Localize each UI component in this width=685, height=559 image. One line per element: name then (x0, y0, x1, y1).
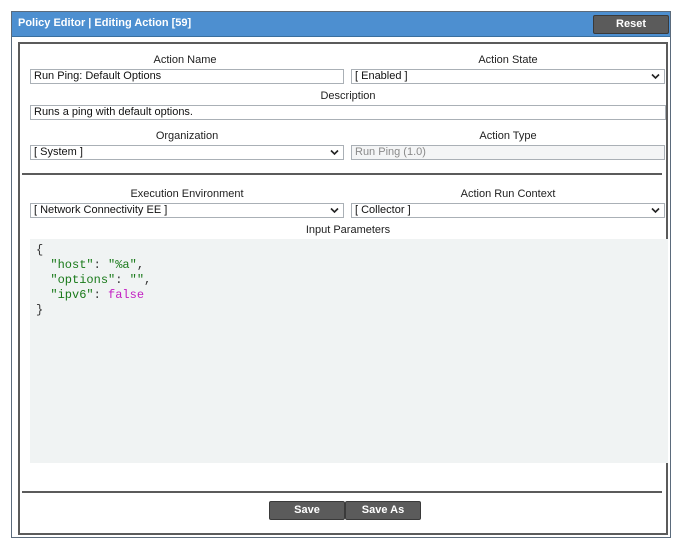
title-bar: Policy Editor | Editing Action [59] Rese… (12, 12, 670, 37)
action-type-field: Run Ping (1.0) (351, 145, 665, 160)
json-key: "host" (50, 258, 94, 272)
json-value: false (108, 288, 145, 302)
action-run-context-select[interactable]: [ Collector ] (351, 203, 665, 218)
action-run-context-value: [ Collector ] (355, 204, 411, 216)
description-input[interactable]: Runs a ping with default options. (30, 105, 666, 120)
chevron-down-icon (651, 73, 660, 80)
policy-editor-window: Policy Editor | Editing Action [59] Rese… (11, 11, 671, 538)
json-value: "%a" (108, 258, 137, 272)
json-colon: : (93, 258, 109, 272)
reset-button[interactable]: Reset (593, 15, 669, 34)
footer-divider (22, 491, 662, 493)
action-state-select[interactable]: [ Enabled ] (351, 69, 665, 84)
section-divider (22, 173, 662, 175)
json-close-brace: } (36, 303, 44, 317)
json-key: "options" (50, 273, 116, 287)
json-colon: : (93, 288, 109, 302)
action-run-context-label: Action Run Context (460, 188, 556, 200)
save-button[interactable]: Save (269, 501, 345, 520)
json-open-brace: { (36, 243, 44, 257)
organization-select[interactable]: [ System ] (30, 145, 344, 160)
action-name-input[interactable]: Run Ping: Default Options (30, 69, 344, 84)
chevron-down-icon (330, 207, 339, 214)
input-parameters-label: Input Parameters (305, 224, 391, 236)
json-colon: : (115, 273, 130, 287)
json-value: "" (129, 273, 145, 287)
action-state-label: Action State (478, 54, 538, 66)
execution-environment-label: Execution Environment (130, 188, 244, 200)
action-state-value: [ Enabled ] (355, 70, 408, 82)
chevron-down-icon (651, 207, 660, 214)
editor-panel: Action Name Run Ping: Default Options Ac… (18, 42, 668, 535)
json-line-ipv6: "ipv6": false (36, 288, 662, 303)
window-title: Policy Editor | Editing Action [59] (18, 17, 192, 29)
json-line-options: "options": "", (36, 273, 662, 288)
save-as-button[interactable]: Save As (345, 501, 421, 520)
execution-environment-value: [ Network Connectivity EE ] (34, 204, 168, 216)
json-comma: , (144, 273, 152, 287)
organization-label: Organization (155, 130, 219, 142)
input-parameters-editor[interactable]: { "host": "%a", "options": "", "ipv6": f… (30, 239, 668, 463)
description-label: Description (320, 90, 376, 102)
json-comma: , (136, 258, 145, 272)
execution-environment-select[interactable]: [ Network Connectivity EE ] (30, 203, 344, 218)
action-name-label: Action Name (153, 54, 217, 66)
action-type-label: Action Type (479, 130, 537, 142)
json-key: "ipv6" (50, 288, 94, 302)
organization-value: [ System ] (34, 146, 83, 158)
json-line-host: "host": "%a", (36, 258, 662, 273)
chevron-down-icon (330, 149, 339, 156)
